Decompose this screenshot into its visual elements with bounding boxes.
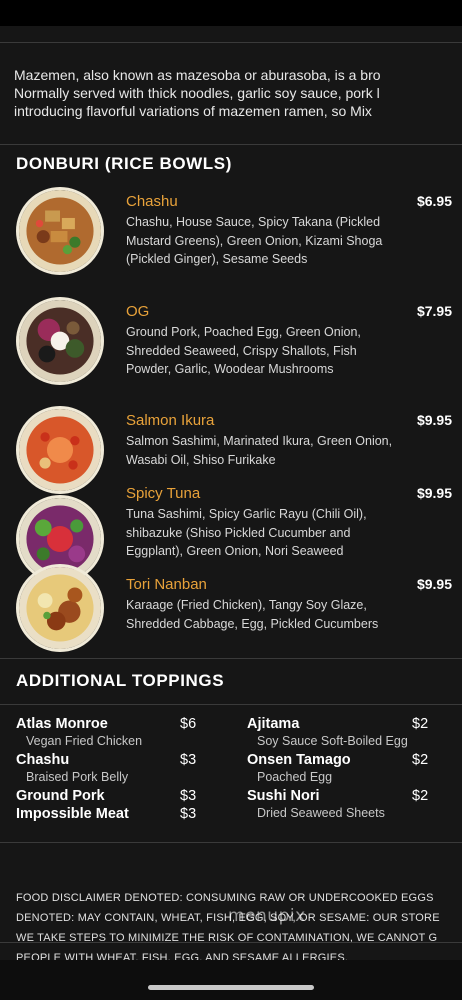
topping-price: $3 — [180, 806, 197, 822]
topping-subtitle: Braised Pork Belly — [26, 770, 129, 784]
item-price: $9.95 — [416, 485, 452, 501]
topping-name: Atlas Monroe — [16, 716, 108, 732]
intro-line: introducing flavorful variations of maze… — [14, 103, 372, 119]
item-description: Ground Pork, Poached Egg, Green Onion, S… — [126, 325, 361, 376]
salmon-ikura-bowl-image — [16, 406, 104, 494]
menu-page: Mazemen, also known as mazesoba or abura… — [0, 26, 462, 960]
divider — [0, 42, 462, 43]
toppings-left-column: Atlas Monroe $6 Vegan Fried Chicken Chas… — [16, 716, 216, 824]
topping-name: Sushi Nori — [247, 788, 320, 804]
disclaimer-line: PEOPLE WITH WHEAT, FISH, EGG, AND SESAME… — [16, 952, 349, 960]
topping-name: Ground Pork — [16, 788, 105, 804]
intro-line: Normally served with thick noodles, garl… — [14, 85, 380, 101]
item-description: Tuna Sashimi, Spicy Garlic Rayu (Chili O… — [126, 507, 367, 558]
item-price: $6.95 — [416, 193, 452, 209]
topping-price: $3 — [180, 788, 197, 804]
item-description: Karaage (Fried Chicken), Tangy Soy Glaze… — [126, 598, 379, 631]
topping-item[interactable]: Ground Pork $3 — [16, 788, 216, 806]
divider — [0, 704, 462, 705]
divider — [0, 842, 462, 843]
item-description: Salmon Sashimi, Marinated Ikura, Green O… — [126, 434, 393, 467]
og-bowl-image — [16, 297, 104, 385]
topping-item[interactable]: Ajitama $2 — [247, 716, 447, 734]
topping-price: $3 — [180, 752, 197, 768]
item-price: $9.95 — [416, 576, 452, 592]
divider — [0, 658, 462, 659]
chashu-bowl-image — [16, 187, 104, 275]
item-price: $9.95 — [416, 412, 452, 428]
disclaimer-line: FOOD DISCLAIMER DENOTED: CONSUMING RAW O… — [16, 892, 434, 904]
topping-price: $2 — [412, 752, 429, 768]
disclaimer-line: WE TAKE STEPS TO MINIMIZE THE RISK OF CO… — [16, 932, 438, 944]
section-title-toppings: ADDITIONAL TOPPINGS — [16, 671, 225, 690]
item-name: OG — [126, 303, 150, 320]
home-indicator[interactable] — [148, 985, 314, 990]
topping-subtitle: Poached Egg — [257, 770, 333, 784]
item-name: Chashu — [126, 193, 178, 210]
watermark-text: menupix — [228, 906, 306, 926]
topping-item[interactable]: Onsen Tamago $2 — [247, 752, 447, 770]
item-name: Spicy Tuna — [126, 485, 201, 502]
status-bar — [0, 0, 462, 26]
topping-subtitle: Vegan Fried Chicken — [26, 734, 143, 748]
topping-price: $6 — [180, 716, 197, 732]
topping-subtitle: Dried Seaweed Sheets — [257, 806, 385, 820]
divider — [0, 942, 462, 943]
item-price: $7.95 — [416, 303, 452, 319]
item-name: Salmon Ikura — [126, 412, 215, 429]
divider — [0, 144, 462, 145]
topping-item[interactable]: Sushi Nori $2 — [247, 788, 447, 806]
topping-name: Ajitama — [247, 716, 300, 732]
topping-price: $2 — [412, 716, 429, 732]
intro-line: Mazemen, also known as mazesoba or abura… — [14, 67, 381, 83]
topping-subtitle: Soy Sauce Soft-Boiled Egg — [257, 734, 408, 748]
topping-item[interactable]: Chashu $3 — [16, 752, 216, 770]
tori-nanban-bowl-image — [16, 564, 104, 652]
topping-name: Chashu — [16, 752, 70, 768]
item-name: Tori Nanban — [126, 576, 207, 593]
topping-name: Impossible Meat — [16, 806, 129, 822]
topping-price: $2 — [412, 788, 429, 804]
item-description: Chashu, House Sauce, Spicy Takana (Pickl… — [126, 215, 383, 266]
toppings-right-column: Ajitama $2 Soy Sauce Soft-Boiled Egg Ons… — [247, 716, 447, 824]
intro-text: Mazemen, also known as mazesoba or abura… — [14, 66, 462, 120]
section-title-donburi: DONBURI (RICE BOWLS) — [16, 154, 232, 173]
topping-item[interactable]: Impossible Meat $3 — [16, 806, 216, 824]
topping-name: Onsen Tamago — [247, 752, 351, 768]
topping-item[interactable]: Atlas Monroe $6 — [16, 716, 216, 734]
